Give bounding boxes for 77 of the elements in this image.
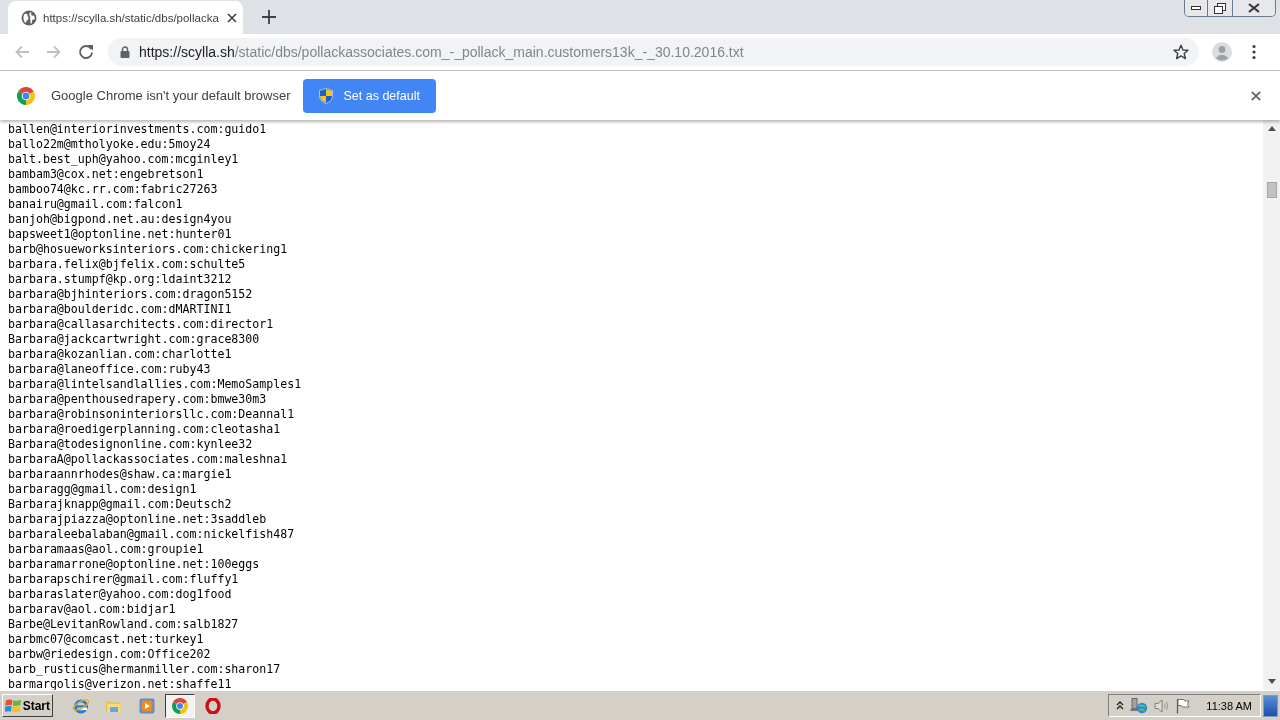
close-icon[interactable] xyxy=(1251,90,1261,101)
text-line: barbara@roedigerplanning.com:cleotasha1 xyxy=(8,422,282,437)
text-line: barbaraA@pollackassociates.com:maleshna1 xyxy=(8,452,289,467)
more-menu-icon[interactable] xyxy=(1252,44,1256,60)
text-line: barbara@bjhinteriors.com:dragon5152 xyxy=(8,287,254,302)
close-icon[interactable] xyxy=(227,12,237,23)
text-line: bambam3@cox.net:engebretson1 xyxy=(8,167,205,182)
start-button[interactable]: Start xyxy=(2,694,53,717)
globe-icon xyxy=(21,9,37,26)
browser-tab[interactable]: https://scylla.sh/static/dbs/pollacka xyxy=(8,1,243,34)
chrome-logo-icon xyxy=(17,86,35,105)
close-icon xyxy=(1248,3,1260,13)
scroll-down-icon[interactable] xyxy=(1267,679,1276,684)
url-text: https://scylla.sh/static/dbs/pollackassociates.com_-_pollack_main.customers13k_-_30.10.2016.txt xyxy=(139,44,745,60)
bookmark-star-icon[interactable] xyxy=(1173,44,1189,60)
chevron-up-icon[interactable] xyxy=(1116,701,1125,710)
text-line: banjoh@bigpond.net.au:design4you xyxy=(8,212,233,227)
text-line: Barbara@jackcartwright.com:grace8300 xyxy=(8,332,261,347)
text-line: banairu@gmail.com:falcon1 xyxy=(8,197,184,212)
text-line: barbarajpiazza@optonline.net:3saddleb xyxy=(8,512,268,527)
address-bar[interactable]: https://scylla.sh/static/dbs/pollackassociates.com_-_pollack_main.customers13k_-_30.10.2016.txt xyxy=(108,38,1199,66)
text-line: barmargolis@verizon.net:shaffe11 xyxy=(8,677,233,690)
scrollbar-thumb[interactable] xyxy=(1266,182,1277,198)
text-line: barbmc07@comcast.net:turkey1 xyxy=(8,632,205,647)
letter-e-icon xyxy=(71,696,90,715)
close-window-button[interactable] xyxy=(1232,0,1275,16)
text-line: barbara@lintelsandlallies.com:MemoSamples1 xyxy=(8,377,303,392)
scrollbar-track[interactable] xyxy=(1263,120,1280,690)
text-line: Barbarajknapp@gmail.com:Deutsch2 xyxy=(8,497,233,512)
text-line: barbara@laneoffice.com:ruby43 xyxy=(8,362,212,377)
text-line: barbara.felix@bjfelix.com:schulte5 xyxy=(8,257,247,272)
text-line: barbarapschirer@gmail.com:fluffy1 xyxy=(8,572,240,587)
text-line: ballen@interiorinvestments.com:guido1 xyxy=(8,122,268,137)
letter-o-icon xyxy=(204,697,221,714)
scroll-up-icon[interactable] xyxy=(1267,126,1276,131)
text-line: barbara.stumpf@kp.org:ldaint3212 xyxy=(8,272,233,287)
flag-icon[interactable] xyxy=(1176,697,1191,714)
shield-icon xyxy=(319,87,334,104)
windows-flag-icon xyxy=(5,697,22,714)
text-line: bapsweet1@optonline.net:hunter01 xyxy=(8,227,233,242)
restore-icon xyxy=(1214,2,1226,14)
text-line: Barbara@todesignonline.com:kynlee32 xyxy=(8,437,254,452)
show-desktop-button[interactable] xyxy=(1263,694,1278,717)
network-icon[interactable] xyxy=(1130,697,1149,714)
set-as-default-button[interactable]: Set as default xyxy=(303,78,436,113)
chrome-logo-icon xyxy=(172,697,188,714)
minimize-button[interactable] xyxy=(1185,0,1207,16)
minimize-icon xyxy=(1191,6,1201,10)
text-line: barbaramarrone@optonline.net:100eggs xyxy=(8,557,261,572)
text-line: bamboo74@kc.rr.com:fabric27263 xyxy=(8,182,219,197)
text-line: barbara@boulderidc.com:dMARTINI1 xyxy=(8,302,233,317)
text-line: barbaragg@gmail.com:design1 xyxy=(8,482,198,497)
text-line: ballo22m@mtholyoke.edu:5moy24 xyxy=(8,137,212,152)
reload-icon[interactable] xyxy=(78,44,94,60)
clock[interactable]: 11:38 AM xyxy=(1206,699,1252,712)
avatar-icon[interactable] xyxy=(1212,42,1232,62)
text-line: barbaramaas@aol.com:groupie1 xyxy=(8,542,205,557)
text-line: barbw@riedesign.com:Office202 xyxy=(8,647,212,662)
speaker-icon[interactable] xyxy=(1154,698,1171,713)
lock-icon xyxy=(120,46,130,58)
play-icon xyxy=(138,697,155,714)
new-tab-icon[interactable] xyxy=(262,10,276,24)
restore-button[interactable] xyxy=(1207,0,1232,16)
text-line: barbara@robinsoninteriorsllc.com:Deannal1 xyxy=(8,407,296,422)
text-line: barbara@kozanlian.com:charlotte1 xyxy=(8,347,233,362)
text-line: barbarav@aol.com:bidjar1 xyxy=(8,602,177,617)
text-line: balt.best_uph@yahoo.com:mcginley1 xyxy=(8,152,240,167)
text-line: barb_rusticus@hermanmiller.com:sharon17 xyxy=(8,662,282,677)
text-line: barbara@callasarchitects.com:director1 xyxy=(8,317,275,332)
text-line: barbaraleebalaban@gmail.com:nickelfish487 xyxy=(8,527,296,542)
infobar-message: Google Chrome isn't your default browser xyxy=(51,88,291,103)
text-line: barbaraannrhodes@shaw.ca:margie1 xyxy=(8,467,233,482)
text-line: barb@hosueworksinteriors.com:chickering1 xyxy=(8,242,289,257)
taskbar-button[interactable] xyxy=(165,693,195,718)
text-line: barbaraslater@yahoo.com:dog1food xyxy=(8,587,233,602)
text-line: Barbe@LevitanRowland.com:salb1827 xyxy=(8,617,240,632)
text-line: barbara@penthousedrapery.com:bmwe30m3 xyxy=(8,392,268,407)
